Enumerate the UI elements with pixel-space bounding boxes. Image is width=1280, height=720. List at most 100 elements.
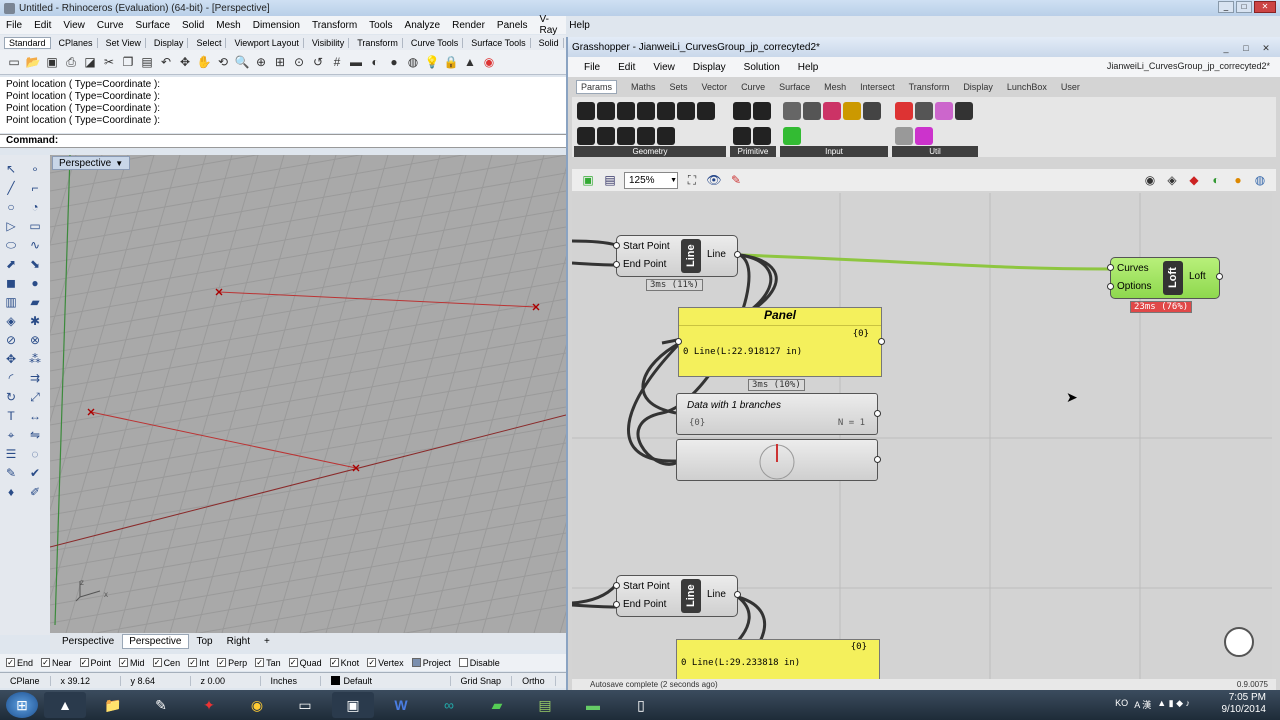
input-port[interactable] (613, 601, 620, 608)
extrude-icon[interactable]: ⬈ (3, 256, 19, 272)
taskbar-explorer-icon[interactable]: 📁 (92, 692, 134, 718)
shaded-preview-icon[interactable]: ◈ (1164, 172, 1180, 188)
gh-minimize-icon[interactable]: _ (1218, 40, 1234, 56)
shade-icon[interactable]: ◐ (367, 54, 383, 70)
status-ortho[interactable]: Ortho (512, 675, 556, 686)
taskbar-acrobat-icon[interactable]: ✦ (188, 692, 230, 718)
box-icon[interactable]: ◼ (3, 275, 19, 291)
light-icon[interactable]: 💡 (424, 54, 440, 70)
input-port[interactable] (613, 261, 620, 268)
car-icon[interactable]: ▬ (348, 54, 364, 70)
loft-icon[interactable]: ⬊ (27, 256, 43, 272)
checkbox[interactable]: ✓ (188, 658, 198, 667)
render-icon[interactable]: ● (386, 54, 402, 70)
taskbar-notes-icon[interactable]: ▤ (524, 692, 566, 718)
toolbar-tab-4[interactable]: Select (192, 37, 227, 48)
toolbar-tab-8[interactable]: Curve Tools (407, 37, 464, 48)
point-icon[interactable]: ∘ (27, 161, 43, 177)
menu-item-tools[interactable]: Tools (369, 20, 392, 31)
lock-icon[interactable]: 🔒 (443, 54, 459, 70)
gh-tab-params[interactable]: Params (576, 79, 618, 94)
viewport-tab-0[interactable]: Perspective (56, 635, 120, 648)
taskbar-doc-icon[interactable]: ▯ (620, 692, 662, 718)
mirror-icon[interactable]: ⇋ (27, 427, 43, 443)
checkbox[interactable]: ✓ (119, 658, 129, 667)
toggle-icon[interactable] (803, 102, 821, 120)
osnap-tan[interactable]: ✓ Tan (255, 658, 281, 668)
taskbar-rhino-icon[interactable]: ▲ (44, 692, 86, 718)
menu-item-render[interactable]: Render (452, 20, 485, 31)
zoom-extents-icon[interactable]: ⛶ (684, 172, 700, 188)
gh-close-icon[interactable]: ✕ (1258, 40, 1274, 56)
osnap-quad[interactable]: ✓ Quad (288, 658, 322, 668)
swatch-icon[interactable] (823, 102, 841, 120)
osnap-vertex[interactable]: ✓ Vertex (367, 658, 404, 668)
start-button[interactable]: ⊞ (6, 692, 38, 718)
copy-icon[interactable]: ❐ (120, 54, 136, 70)
circle-icon[interactable]: ○ (3, 199, 19, 215)
toolbar-tab-10[interactable]: Solid (535, 37, 564, 48)
circle-param-icon[interactable] (637, 102, 655, 120)
slider-icon[interactable] (783, 102, 801, 120)
field-param-icon[interactable] (697, 102, 715, 120)
zoom-extents-icon[interactable]: ⊞ (272, 54, 288, 70)
brep-param-icon[interactable] (617, 102, 635, 120)
status-cplane[interactable]: CPlane (0, 675, 51, 686)
gh-menu-help[interactable]: Help (798, 62, 819, 73)
material-preview-icon[interactable]: ● (1230, 172, 1246, 188)
status-grid-snap[interactable]: Grid Snap (451, 675, 513, 686)
output-port[interactable] (874, 456, 881, 463)
pan-icon[interactable]: ✥ (177, 54, 193, 70)
mesh-quality-icon[interactable]: ◐ (1208, 172, 1224, 188)
toolbar-tab-5[interactable]: Viewport Layout (230, 37, 304, 48)
arrow-icon[interactable] (915, 102, 933, 120)
tree-icon[interactable] (955, 102, 973, 120)
point-param-icon[interactable] (637, 127, 655, 145)
rectangle-icon[interactable]: ▭ (27, 218, 43, 234)
matrix-icon[interactable] (783, 127, 801, 145)
gh-tab-maths[interactable]: Maths (631, 82, 656, 92)
menu-item-help[interactable]: Help (569, 20, 590, 31)
graph-icon[interactable] (843, 102, 861, 120)
panel-component-1[interactable]: Panel {0} 0 Line(L:22.918127 in) (675, 307, 885, 377)
loft-component[interactable]: Curves Options Loft Loft (1107, 257, 1223, 299)
minimize-icon[interactable]: _ (1218, 1, 1234, 13)
viewport-tab-3[interactable]: Right (221, 635, 256, 648)
param-viewer-component[interactable]: Data with 1 branches {0} N = 1 (676, 393, 881, 435)
mesh-param-icon[interactable] (597, 127, 615, 145)
gh-tab-user[interactable]: User (1061, 82, 1080, 92)
arc-param-icon[interactable] (657, 102, 675, 120)
surface-icon[interactable]: ▰ (27, 294, 43, 310)
cherry-icon[interactable] (895, 102, 913, 120)
taskbar-window-icon[interactable]: ▣ (332, 692, 374, 718)
system-clock[interactable]: 7:05 PM 9/10/2014 (1222, 692, 1267, 716)
new-file-icon[interactable]: ▭ (6, 54, 22, 70)
zoom-selected-icon[interactable]: ⊙ (291, 54, 307, 70)
output-port[interactable] (734, 251, 741, 258)
viewport-title-tab[interactable]: Perspective ▼ (52, 156, 131, 170)
color-wheel-icon[interactable]: ◉ (481, 54, 497, 70)
osnap-perp[interactable]: ✓ Perp (217, 658, 247, 668)
taskbar-grasshopper-icon[interactable]: ▰ (476, 692, 518, 718)
checkbox[interactable]: ✓ (288, 658, 298, 667)
toolbar-tab-2[interactable]: Set View (102, 37, 146, 48)
cut-icon[interactable]: ✂ (101, 54, 117, 70)
zoom-select[interactable]: 125% ▼ (624, 171, 678, 189)
geometry-icon[interactable] (577, 102, 595, 120)
panel-component-2[interactable]: {0} 0 Line(L:29.233818 in) (676, 639, 880, 681)
box-param-icon[interactable] (597, 102, 615, 120)
menu-item-v-ray[interactable]: V-Ray (540, 14, 558, 36)
button-icon[interactable] (863, 102, 881, 120)
menu-item-mesh[interactable]: Mesh (216, 20, 240, 31)
checkbox[interactable]: ✓ (41, 658, 51, 667)
taskbar-chrome-icon[interactable]: ◉ (236, 692, 278, 718)
dimension-icon[interactable]: ↔ (27, 408, 43, 424)
open-icon[interactable]: 📂 (25, 54, 41, 70)
toolbar-tab-9[interactable]: Surface Tools (467, 37, 531, 48)
gh-tab-lunchbox[interactable]: LunchBox (1007, 82, 1047, 92)
analyze-icon[interactable]: ⌖ (3, 427, 19, 443)
menu-item-file[interactable]: File (6, 20, 22, 31)
line-param-icon[interactable] (577, 127, 595, 145)
sketch-icon[interactable]: ✎ (728, 172, 744, 188)
osnap-near[interactable]: ✓ Near (41, 658, 72, 668)
